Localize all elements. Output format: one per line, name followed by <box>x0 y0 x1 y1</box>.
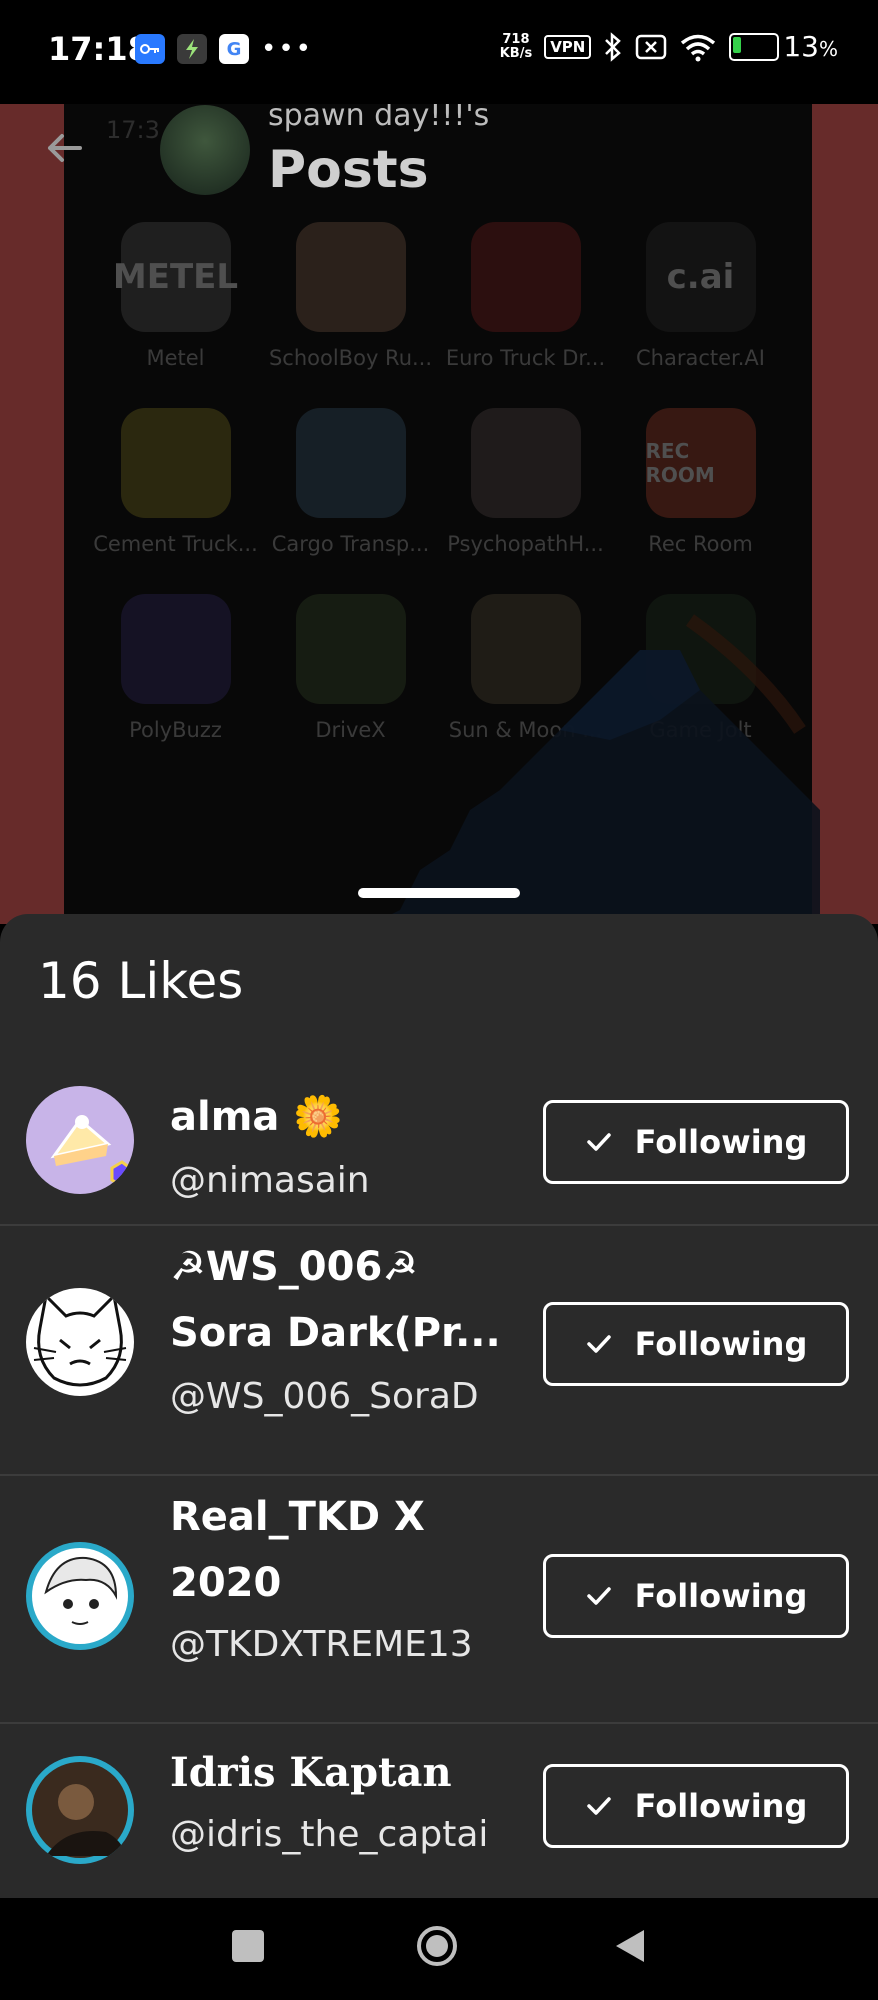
wifi-icon <box>681 34 716 61</box>
status-bar: 17:18 G ••• 718 KB/s VPN 13% <box>0 0 878 104</box>
user-row[interactable]: alma 🌼 @nimasain Following <box>0 1068 878 1226</box>
user-avatar[interactable] <box>26 1086 134 1194</box>
following-button-label: Following <box>634 1123 808 1161</box>
user-name: Real_TKD X 2020 <box>170 1494 425 1606</box>
back-triangle-icon[interactable] <box>610 1926 650 1966</box>
user-avatar[interactable] <box>26 1756 134 1864</box>
following-button[interactable]: Following <box>543 1302 849 1386</box>
sheet-drag-handle[interactable] <box>358 888 520 898</box>
network-speed-value: 718 <box>502 31 530 47</box>
following-button-label: Following <box>634 1325 808 1363</box>
user-name: Idris Kaptan <box>170 1749 452 1796</box>
battery-percent-sign: % <box>818 37 838 61</box>
user-row[interactable]: Idris Kaptan @idris_the_captai Following <box>0 1722 878 1898</box>
following-button[interactable]: Following <box>543 1554 849 1638</box>
following-button[interactable]: Following <box>543 1764 849 1848</box>
likes-count-title: 16 Likes <box>38 952 244 1010</box>
user-handle: @TKDXTREME13 <box>170 1624 473 1665</box>
user-handle: @nimasain <box>170 1160 370 1201</box>
battery-icon: 13% <box>729 30 838 63</box>
user-avatar[interactable] <box>26 1542 134 1650</box>
recents-square-icon[interactable] <box>232 1930 264 1962</box>
check-icon <box>586 1797 611 1815</box>
user-handle: @idris_the_captai <box>170 1814 489 1855</box>
user-name: alma 🌼 <box>170 1094 344 1140</box>
user-row[interactable]: Real_TKD X 2020 @TKDXTREME13 Following <box>0 1474 878 1724</box>
google-icon: G <box>219 34 249 64</box>
vpn-badge: VPN <box>544 34 592 59</box>
network-speed-unit: KB/s <box>499 45 533 61</box>
check-icon <box>586 1335 611 1353</box>
user-row[interactable]: ☭WS_006☭ Sora Dark(Pr... @WS_006_SoraD F… <box>0 1224 878 1476</box>
bluetooth-icon <box>605 31 622 62</box>
battery-percent: 13 <box>783 30 819 63</box>
following-button[interactable]: Following <box>543 1100 849 1184</box>
dim-overlay <box>0 84 878 924</box>
likes-sheet: 16 Likes alma 🌼 @nimasain Following ☭WS_… <box>0 914 878 1898</box>
user-avatar[interactable] <box>26 1288 134 1396</box>
check-icon <box>586 1133 611 1151</box>
following-button-label: Following <box>634 1787 808 1825</box>
home-circle-icon[interactable] <box>415 1924 459 1968</box>
network-speed: 718 KB/s <box>499 31 533 61</box>
no-sim-icon <box>636 34 667 59</box>
user-handle: @WS_006_SoraD <box>170 1376 479 1417</box>
following-button-label: Following <box>634 1577 808 1615</box>
check-icon <box>586 1587 611 1605</box>
more-dots-icon: ••• <box>261 34 314 64</box>
key-icon <box>135 34 165 64</box>
bolt-icon <box>177 34 207 64</box>
user-name: ☭WS_006☭ Sora Dark(Pr... <box>170 1244 501 1356</box>
post-author-avatar[interactable] <box>160 105 250 195</box>
back-arrow-icon[interactable] <box>40 124 88 172</box>
page-title: Posts <box>268 140 429 200</box>
